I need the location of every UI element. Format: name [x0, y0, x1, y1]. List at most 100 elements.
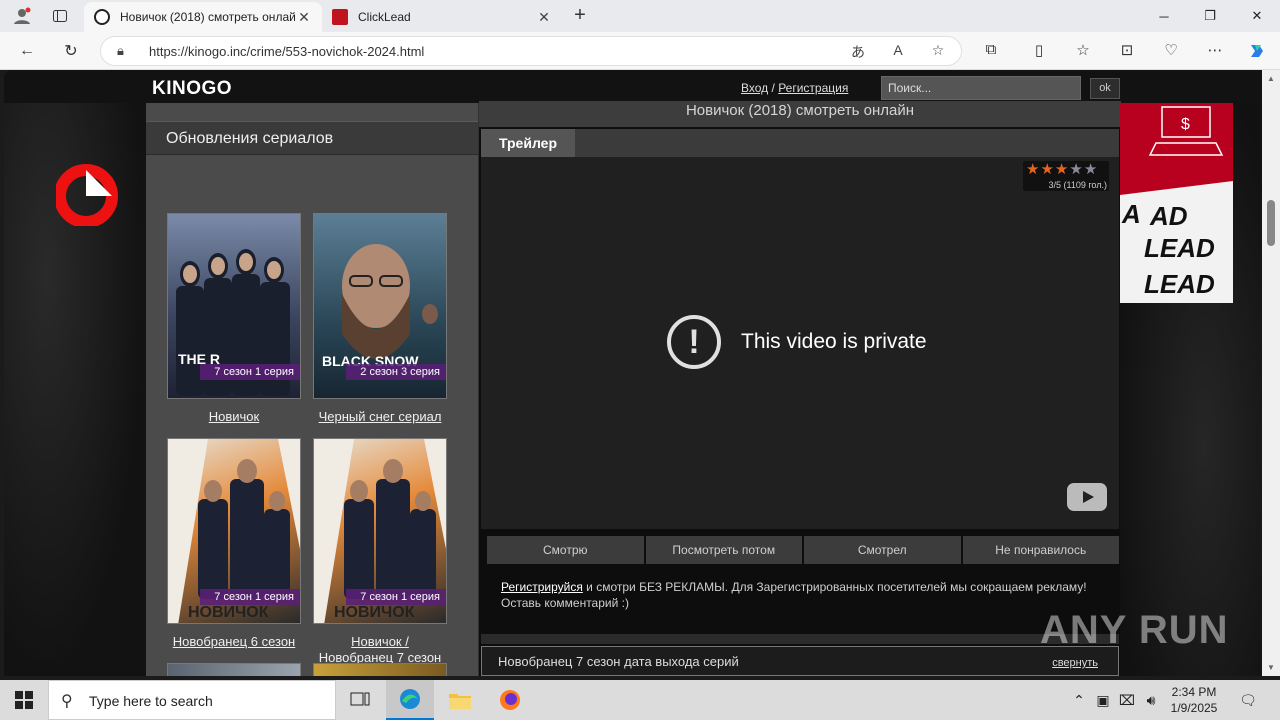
- firefox-icon[interactable]: [486, 680, 534, 720]
- windows-logo-icon: [15, 691, 33, 709]
- more-menu-icon[interactable]: ⋯: [1204, 41, 1226, 61]
- network-icon[interactable]: ⌧: [1116, 680, 1138, 720]
- rating-stars[interactable]: ★ ★ ★ ★ ★: [1026, 162, 1097, 177]
- rating-star[interactable]: ★: [1055, 162, 1068, 177]
- rating-star[interactable]: ★: [1026, 162, 1039, 177]
- taskbar-clock[interactable]: 2:34 PM 1/9/2025: [1164, 684, 1224, 716]
- movie-main-panel: Новичок (2018) смотреть онлайн Трейлер ★…: [478, 101, 1121, 676]
- start-button[interactable]: [0, 680, 48, 720]
- clicklead-logo-icon: [56, 164, 118, 226]
- edge-taskbar-icon[interactable]: [386, 680, 434, 720]
- url-text: https://kinogo.inc/crime/553-novichok-20…: [149, 44, 425, 59]
- taskbar-search[interactable]: ⚲ Type here to search: [48, 680, 336, 720]
- volume-icon[interactable]: 🔊︎: [1140, 680, 1162, 720]
- section-title: Новобранец 7 сезон дата выхода серий: [498, 654, 739, 669]
- browser-nav-bar: ← ↻ 🔒︎ https://kinogo.inc/crime/553-novi…: [0, 32, 1280, 70]
- watch-later-button[interactable]: Посмотреть потом: [645, 536, 802, 564]
- tab-actions-icon[interactable]: [46, 4, 74, 28]
- site-logo[interactable]: KINOGO: [152, 78, 232, 100]
- auth-separator: /: [771, 81, 775, 95]
- video-player[interactable]: ★ ★ ★ ★ ★ 3/5 (1109 гол.) ! This video is pr…: [481, 157, 1119, 529]
- series-updates-heading: Обновления сериалов: [146, 121, 478, 155]
- watched-button[interactable]: Смотрел: [804, 536, 961, 564]
- watching-button[interactable]: Смотрю: [487, 536, 644, 564]
- series-title-link[interactable]: Новичок: [167, 409, 301, 425]
- address-bar[interactable]: 🔒︎ https://kinogo.inc/crime/553-novichok…: [100, 36, 962, 66]
- poster-image[interactable]: [167, 663, 301, 676]
- disliked-button[interactable]: Не понравилось: [962, 536, 1119, 564]
- close-tab-icon[interactable]: ✕: [536, 9, 552, 26]
- scroll-thumb[interactable]: [1267, 200, 1275, 246]
- tray-device-icon[interactable]: ▣: [1092, 680, 1114, 720]
- tab-title: Новичок (2018) смотреть онлай: [120, 10, 296, 24]
- clicklead-favicon-icon: [332, 9, 348, 25]
- advertisement-banner[interactable]: $ A AD LEAD LEAD: [1120, 103, 1233, 303]
- private-video-notice: ! This video is private: [667, 315, 927, 369]
- restore-button[interactable]: ❐: [1187, 0, 1233, 32]
- collapse-link[interactable]: свернуть: [1052, 657, 1098, 669]
- rating-star[interactable]: ★: [1040, 162, 1053, 177]
- search-input[interactable]: Поиск...: [881, 76, 1081, 100]
- series-title-link[interactable]: Новичок / Новобранец 7 сезон: [313, 634, 447, 666]
- favorite-star-icon[interactable]: ☆: [927, 42, 949, 62]
- poster-image[interactable]: НОВИЧОК 7 сезон 1 серия: [313, 438, 447, 624]
- site-header: KINOGO Вход / Регистрация Поиск... ok: [4, 70, 1262, 103]
- notifications-icon[interactable]: 🗨︎: [1234, 680, 1262, 720]
- poster-image[interactable]: THE R 7 сезон 1 серия: [167, 213, 301, 399]
- task-view-icon[interactable]: [336, 680, 384, 720]
- lock-icon[interactable]: 🔒︎: [117, 43, 124, 59]
- series-title-link[interactable]: Новобранец 6 сезон: [167, 634, 301, 650]
- close-tab-icon[interactable]: ✕: [296, 9, 312, 26]
- poster-image[interactable]: BLACK SNOW 2 сезон 3 серия: [313, 213, 447, 399]
- favorites-icon[interactable]: ☆: [1072, 41, 1094, 61]
- register-link[interactable]: Регистрация: [778, 81, 848, 95]
- auth-links: Вход / Регистрация: [741, 81, 848, 95]
- svg-text:A: A: [1121, 199, 1141, 229]
- tab-clicklead[interactable]: ClickLead ✕: [322, 2, 562, 32]
- performance-icon[interactable]: ♡: [1160, 41, 1182, 61]
- rating-star[interactable]: ★: [1084, 162, 1097, 177]
- svg-text:НОВИЧОК: НОВИЧОК: [188, 604, 269, 621]
- file-explorer-icon[interactable]: [436, 680, 484, 720]
- register-promo-text: и смотри БЕЗ РЕКЛАМЫ. Для Зарегистрирова…: [501, 580, 1087, 610]
- profile-icon[interactable]: [8, 4, 36, 28]
- svg-text:$: $: [1181, 116, 1190, 133]
- scroll-down-icon[interactable]: ▼: [1267, 663, 1275, 672]
- new-tab-button[interactable]: +: [568, 4, 592, 28]
- taskbar-search-placeholder: Type here to search: [89, 693, 213, 709]
- tab-kinogo[interactable]: Новичок (2018) смотреть онлай ✕: [84, 2, 322, 32]
- tray-overflow-icon[interactable]: ⌃: [1068, 680, 1090, 720]
- tab-trailer[interactable]: Трейлер: [481, 129, 575, 157]
- poster-image[interactable]: [313, 663, 447, 676]
- back-button[interactable]: ←: [12, 37, 42, 65]
- youtube-logo-icon[interactable]: [1067, 483, 1107, 511]
- split-screen-icon[interactable]: ▯: [1028, 41, 1050, 61]
- close-window-button[interactable]: ✕: [1234, 0, 1280, 32]
- page-viewport: KINOGO Вход / Регистрация Поиск... ok Об…: [4, 70, 1262, 676]
- page-scrollbar[interactable]: ▲ ▼: [1262, 70, 1280, 676]
- series-title-link[interactable]: Черный снег сериал: [313, 409, 447, 425]
- svg-text:НОВИЧОК: НОВИЧОК: [334, 604, 415, 621]
- private-video-message: This video is private: [741, 330, 927, 353]
- search-icon: ⚲: [61, 693, 73, 710]
- register-promo: Регистрируйся и смотри БЕЗ РЕКЛАМЫ. Для …: [501, 579, 1101, 611]
- refresh-button[interactable]: ↻: [56, 37, 86, 65]
- search-button[interactable]: ok: [1090, 78, 1120, 99]
- clock-date: 1/9/2025: [1170, 701, 1218, 715]
- collections-icon[interactable]: ⊡: [1116, 41, 1138, 61]
- extensions-icon[interactable]: ⧉: [980, 41, 1002, 61]
- kinogo-favicon-icon: [94, 9, 110, 25]
- login-link[interactable]: Вход: [741, 81, 768, 95]
- translate-icon[interactable]: あ: [847, 42, 869, 62]
- movie-title: Новичок (2018) смотреть онлайн: [479, 101, 1121, 127]
- register-promo-link[interactable]: Регистрируйся: [501, 580, 583, 594]
- scroll-up-icon[interactable]: ▲: [1267, 74, 1275, 83]
- anyrun-watermark: ANY RUN: [1040, 608, 1229, 652]
- episode-badge: 7 сезон 1 серия: [200, 364, 300, 380]
- rating-star[interactable]: ★: [1069, 162, 1082, 177]
- copilot-icon[interactable]: [1246, 41, 1268, 61]
- minimize-button[interactable]: ─: [1141, 0, 1187, 32]
- read-aloud-icon[interactable]: A: [887, 42, 909, 62]
- rating-widget: ★ ★ ★ ★ ★ 3/5 (1109 гол.): [1023, 161, 1109, 191]
- poster-image[interactable]: НОВИЧОК 7 сезон 1 серия: [167, 438, 301, 624]
